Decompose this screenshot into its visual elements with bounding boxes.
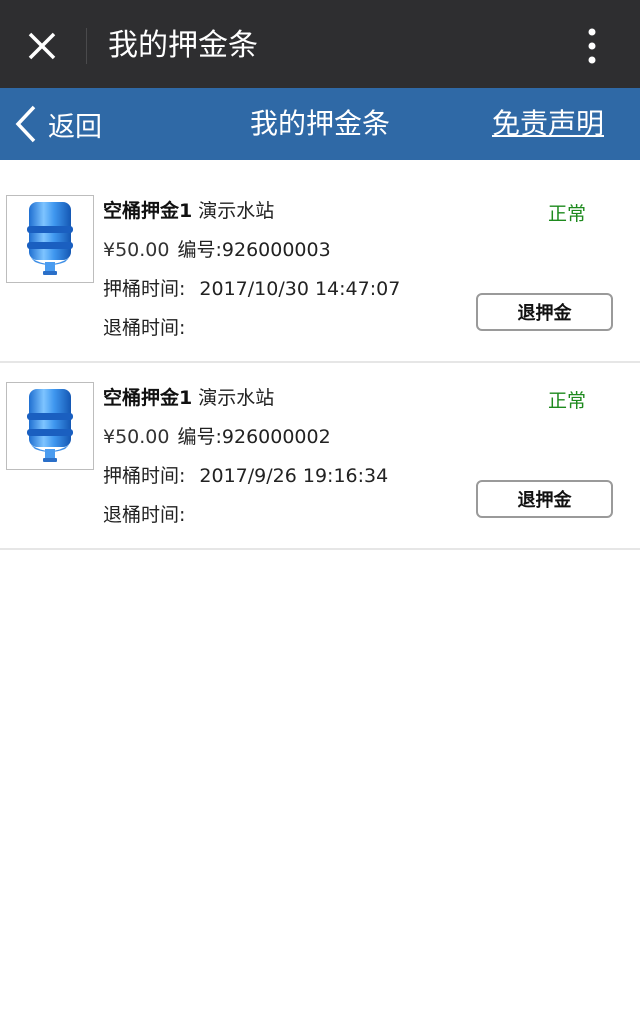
number-label: 编号: — [177, 426, 222, 448]
status-badge: 正常 — [548, 203, 587, 225]
deposit-list: 空桶押金1 演示水站 ¥50.00 编号:926000003 押桶时间: 2017/1… — [0, 176, 640, 550]
station-name: 演示水站 — [198, 200, 275, 222]
price: ¥50.00 — [103, 426, 170, 448]
water-bottle-image — [6, 195, 94, 283]
product-name: 空桶押金1 — [103, 200, 193, 222]
deposit-time-label: 押桶时间: — [103, 465, 186, 487]
status-badge: 正常 — [548, 390, 587, 412]
water-bottle-image — [6, 382, 94, 470]
page-title: 我的押金条 — [249, 107, 390, 140]
disclaimer-link[interactable]: 免责声明 — [492, 104, 604, 144]
deposit-time: 2017/9/26 19:16:34 — [199, 465, 389, 487]
chevron-left-icon — [15, 105, 36, 143]
deposit-number: 926000003 — [221, 239, 331, 261]
price: ¥50.00 — [103, 239, 170, 261]
top-bar: 我的押金条 — [0, 0, 640, 88]
item-title-line: 空桶押金1 演示水站 — [103, 385, 274, 411]
product-name: 空桶押金1 — [103, 387, 193, 409]
station-name: 演示水站 — [198, 387, 275, 409]
top-bar-divider — [86, 28, 87, 64]
close-icon[interactable] — [20, 24, 64, 68]
more-vertical-icon[interactable] — [572, 24, 612, 68]
return-time-label: 退桶时间: — [103, 317, 186, 339]
nav-bar: 返回 我的押金条 免责声明 — [0, 88, 640, 160]
back-label: 返回 — [48, 111, 102, 143]
refund-deposit-button[interactable]: 退押金 — [476, 480, 613, 518]
deposit-time: 2017/10/30 14:47:07 — [199, 278, 401, 300]
list-item: 空桶押金1 演示水站 ¥50.00 编号:926000003 押桶时间: 2017/1… — [0, 176, 640, 363]
deposit-time-label: 押桶时间: — [103, 278, 186, 300]
item-price-line: ¥50.00 编号:926000002 — [103, 424, 331, 450]
return-time-label: 退桶时间: — [103, 504, 186, 526]
return-time-line: 退桶时间: — [103, 315, 199, 341]
number-label: 编号: — [177, 239, 222, 261]
return-time-line: 退桶时间: — [103, 502, 199, 528]
item-price-line: ¥50.00 编号:926000003 — [103, 237, 331, 263]
window-title: 我的押金条 — [108, 28, 258, 63]
refund-deposit-button[interactable]: 退押金 — [476, 293, 613, 331]
deposit-time-line: 押桶时间: 2017/9/26 19:16:34 — [103, 463, 388, 489]
list-item: 空桶押金1 演示水站 ¥50.00 编号:926000002 押桶时间: 2017/9… — [0, 363, 640, 550]
back-button[interactable]: 返回 — [14, 102, 102, 146]
deposit-time-line: 押桶时间: 2017/10/30 14:47:07 — [103, 276, 400, 302]
deposit-number: 926000002 — [221, 426, 331, 448]
item-title-line: 空桶押金1 演示水站 — [103, 198, 274, 224]
